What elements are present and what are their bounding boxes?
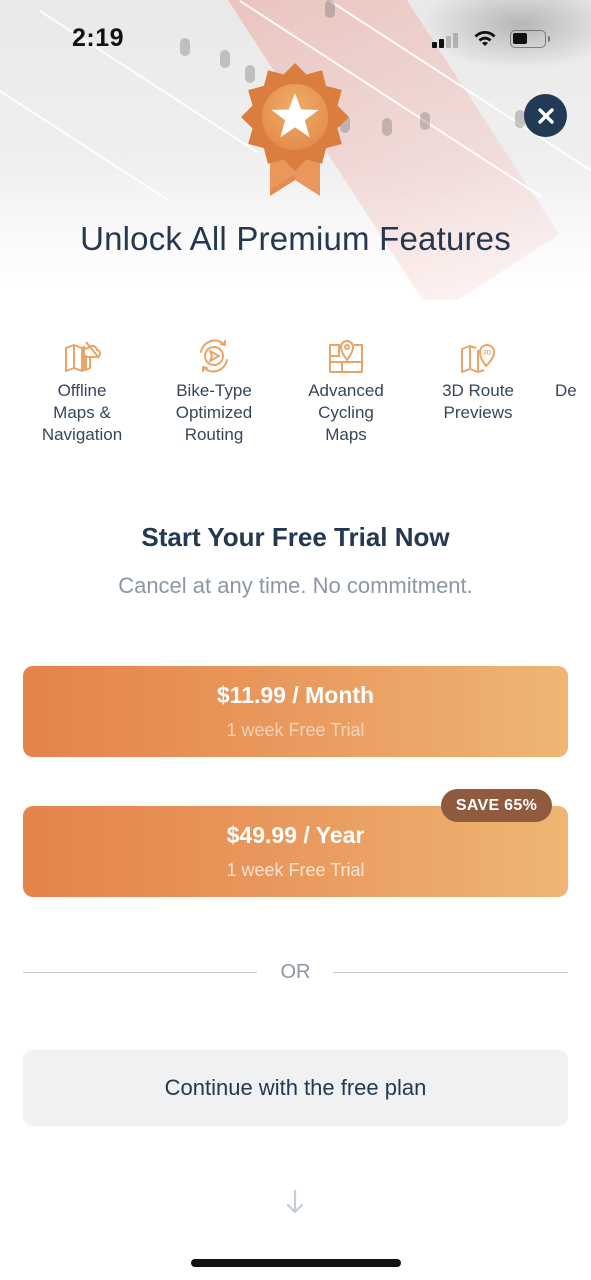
- features-carousel[interactable]: Offline Maps & Navigation Bike-Type Opti…: [0, 336, 591, 456]
- monthly-plan-button[interactable]: $11.99 / Month 1 week Free Trial: [23, 666, 568, 757]
- plan-price: $49.99 / Year: [226, 822, 365, 848]
- routing-icon: [200, 339, 228, 373]
- cyclist: [382, 118, 392, 136]
- feature-label: 3D Route Previews: [442, 381, 514, 422]
- premium-star-badge-icon: [241, 63, 349, 196]
- 3d-route-map-icon: 3D: [461, 344, 495, 373]
- status-time: 2:19: [72, 24, 125, 52]
- feature-3d-route-previews: 3D 3D Route Previews: [423, 336, 533, 424]
- feature-label: Bike-Type Optimized Routing: [175, 381, 253, 444]
- cycling-map-pin-icon: [329, 340, 363, 373]
- battery-icon: [510, 30, 550, 48]
- arrow-down-icon[interactable]: [283, 1188, 307, 1216]
- save-badge: SAVE 65%: [441, 789, 552, 822]
- home-indicator[interactable]: [191, 1259, 401, 1267]
- cellular-signal-icon: [432, 32, 464, 48]
- offline-map-icon: [65, 341, 101, 372]
- close-icon: [537, 107, 554, 124]
- trial-subtitle: Cancel at any time. No commitment.: [118, 573, 473, 598]
- continue-free-plan-button[interactable]: Continue with the free plan: [23, 1050, 568, 1126]
- feature-label: Offline Maps & Navigation: [41, 381, 123, 444]
- feature-partial: De: [555, 336, 591, 402]
- svg-text:3D: 3D: [483, 350, 492, 357]
- feature-label: Advanced Cycling Maps: [308, 381, 384, 444]
- plan-trial: 1 week Free Trial: [226, 860, 365, 880]
- wifi-icon: [474, 31, 496, 46]
- road-marking: [0, 90, 169, 201]
- feature-bike-type-routing: Bike-Type Optimized Routing: [159, 336, 269, 446]
- divider-line: [333, 972, 568, 973]
- plan-price: $11.99 / Month: [216, 682, 375, 708]
- trial-title: Start Your Free Trial Now: [141, 522, 450, 552]
- close-button[interactable]: [524, 94, 567, 137]
- feature-advanced-cycling-maps: Advanced Cycling Maps: [291, 336, 401, 446]
- cyclist: [420, 112, 430, 130]
- feature-label: De: [555, 381, 577, 400]
- plan-trial: 1 week Free Trial: [226, 720, 365, 740]
- page-title: Unlock All Premium Features: [80, 220, 511, 257]
- feature-offline-maps: Offline Maps & Navigation: [27, 336, 137, 446]
